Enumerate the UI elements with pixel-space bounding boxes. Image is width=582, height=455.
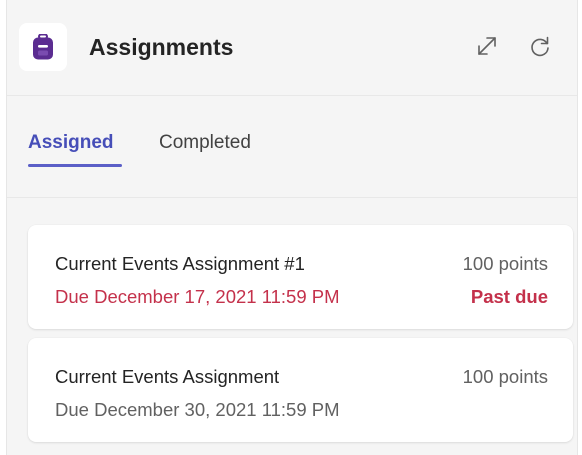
app-title: Assignments [89,34,234,60]
assignment-due-date: Due December 17, 2021 11:59 PM [55,286,340,307]
app-icon-tile [19,23,67,71]
tab-completed[interactable]: Completed [159,131,251,155]
past-due-badge: Past due [470,286,548,307]
tab-assigned[interactable]: Assigned [28,131,114,155]
assignment-title: Current Events Assignment [55,366,280,387]
assignment-title: Current Events Assignment #1 [55,253,305,274]
expand-button[interactable] [472,31,502,61]
expand-icon [478,37,496,55]
assignment-points: 100 points [462,366,548,387]
refresh-button[interactable] [525,31,555,61]
assignment-due-date: Due December 30, 2021 11:59 PM [55,399,340,420]
assignment-card[interactable]: Current Events Assignment Due December 3… [28,338,573,442]
assignments-panel: Assignments Assigned Completed Current E… [6,0,578,455]
assignment-points: 100 points [462,253,548,274]
refresh-icon [531,36,549,57]
tab-selected-indicator [28,164,122,167]
assignment-card[interactable]: Current Events Assignment #1 Due Decembe… [28,225,573,329]
tab-bar: Assigned Completed [7,96,577,198]
backpack-icon [33,34,53,60]
header: Assignments [7,0,577,96]
